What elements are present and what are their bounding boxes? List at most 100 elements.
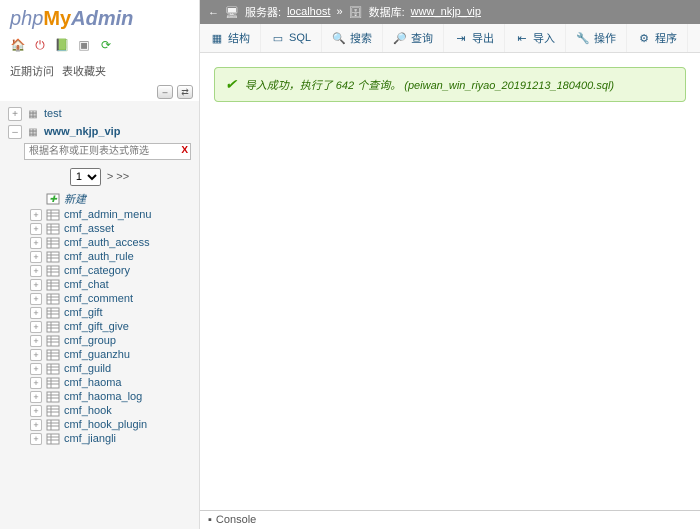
table-item[interactable]: +cmf_hook_plugin xyxy=(26,418,199,432)
new-table-item[interactable]: + ✚ 新建 xyxy=(26,190,199,208)
table-name: cmf_jiangli xyxy=(64,433,116,445)
tab-sql[interactable]: ▭ SQL xyxy=(261,24,322,52)
home-icon[interactable]: 🏠 xyxy=(10,37,26,53)
table-item[interactable]: + cmf_guild xyxy=(26,362,199,376)
plus-icon[interactable]: + xyxy=(30,377,42,389)
table-item[interactable]: + cmf_gift xyxy=(26,306,199,320)
tab-query[interactable]: 🔎查询 xyxy=(383,24,444,52)
minus-icon[interactable]: – xyxy=(8,125,22,139)
recent-label[interactable]: 近期访问 xyxy=(10,63,54,79)
plus-icon[interactable]: + xyxy=(30,335,42,347)
table-name: cmf_gift_give xyxy=(64,321,129,333)
tab-search[interactable]: 🔍 搜索 xyxy=(322,24,383,52)
table-item[interactable]: + cmf_admin_menu xyxy=(26,208,199,222)
table-icon xyxy=(46,223,60,235)
msg-count: 642 xyxy=(336,80,354,92)
tab-label: 程序 xyxy=(655,30,677,46)
table-item[interactable]: +cmf_comment xyxy=(26,292,199,306)
sidebar: phpMyAdmin 🏠 ⏻ 📗 ▣ ⟳ 近期访问 表收藏夹 – ⇄ + ▦ t… xyxy=(0,0,200,529)
tab-label: 查询 xyxy=(411,30,433,46)
import-icon: ⇤ xyxy=(515,31,529,45)
console-bar[interactable]: ▪ Console xyxy=(200,510,700,529)
plus-icon[interactable]: + xyxy=(30,279,42,291)
console-label: Console xyxy=(216,514,256,526)
structure-icon: ▦ xyxy=(210,31,224,45)
plus-icon[interactable]: + xyxy=(30,349,42,361)
server-icon: 🖥 xyxy=(225,5,239,19)
bc-sep: » xyxy=(336,6,342,18)
table-name: cmf_gift xyxy=(64,307,103,319)
bc-db-link[interactable]: www_nkjp_vip xyxy=(411,6,481,18)
link-toggle-button[interactable]: ⇄ xyxy=(177,85,193,99)
collapse-all-button[interactable]: – xyxy=(157,85,173,99)
tree-label: www_nkjp_vip xyxy=(44,126,120,138)
table-item[interactable]: + cmf_gift_give xyxy=(26,320,199,334)
sql-console-icon[interactable]: ▣ xyxy=(76,37,92,53)
logout-icon[interactable]: ⏻ xyxy=(32,37,48,53)
sidebar-toolbar: 🏠 ⏻ 📗 ▣ ⟳ xyxy=(0,35,199,59)
plus-icon[interactable]: + xyxy=(30,405,42,417)
plus-icon[interactable]: + xyxy=(30,307,42,319)
plus-icon[interactable]: + xyxy=(30,265,42,277)
table-item[interactable]: + cmf_category xyxy=(26,264,199,278)
table-item[interactable]: +cmf_auth_rule xyxy=(26,250,199,264)
msg-filename: (peiwan_win_riyao_20191213_180400.sql) xyxy=(404,80,614,92)
plus-icon[interactable]: + xyxy=(30,237,42,249)
table-icon xyxy=(46,307,60,319)
table-pager: 1 > >> xyxy=(0,164,199,190)
tab-label: SQL xyxy=(289,32,311,44)
sql-icon: ▭ xyxy=(271,31,285,45)
table-name: cmf_auth_access xyxy=(64,237,150,249)
export-icon: ⇥ xyxy=(454,31,468,45)
table-item[interactable]: +cmf_group xyxy=(26,334,199,348)
content-area: ✔ 导入成功，执行了 642 个查询。 (peiwan_win_riyao_20… xyxy=(200,53,700,529)
database-icon: ▦ xyxy=(26,125,40,139)
database-icon: 🗄 xyxy=(349,5,363,19)
tab-operations[interactable]: 🔧操作 xyxy=(566,24,627,52)
table-item[interactable]: +cmf_haoma xyxy=(26,376,199,390)
plus-icon[interactable]: + xyxy=(30,419,42,431)
table-item[interactable]: + cmf_auth_access xyxy=(26,236,199,250)
tree-node-db[interactable]: – ▦ www_nkjp_vip xyxy=(0,123,199,141)
filter-input[interactable] xyxy=(24,143,191,160)
table-item[interactable]: + cmf_jiangli xyxy=(26,432,199,446)
nav-toggle-icon[interactable]: ← xyxy=(208,6,219,18)
plus-icon[interactable]: + xyxy=(8,107,22,121)
reload-icon[interactable]: ⟳ xyxy=(98,37,114,53)
logo[interactable]: phpMyAdmin xyxy=(0,0,199,35)
plus-icon[interactable]: + xyxy=(30,293,42,305)
tab-routines[interactable]: ⚙ 程序 xyxy=(627,24,688,52)
plus-icon[interactable]: + xyxy=(30,251,42,263)
plus-icon[interactable]: + xyxy=(30,223,42,235)
chevron-up-icon: ▪ xyxy=(208,514,212,526)
table-item[interactable]: +cmf_asset xyxy=(26,222,199,236)
plus-icon[interactable]: + xyxy=(30,209,42,221)
table-icon xyxy=(46,265,60,277)
table-name: cmf_category xyxy=(64,265,130,277)
table-item[interactable]: +cmf_guanzhu xyxy=(26,348,199,362)
bc-server-link[interactable]: localhost xyxy=(287,6,330,18)
tab-label: 搜索 xyxy=(350,30,372,46)
plus-icon[interactable]: + xyxy=(30,321,42,333)
page-select[interactable]: 1 xyxy=(70,168,101,186)
table-item[interactable]: +cmf_haoma_log xyxy=(26,390,199,404)
table-item[interactable]: +cmf_chat xyxy=(26,278,199,292)
tab-export[interactable]: ⇥导出 xyxy=(444,24,505,52)
routines-icon: ⚙ xyxy=(637,31,651,45)
favorites-label[interactable]: 表收藏夹 xyxy=(62,63,106,79)
tab-import[interactable]: ⇤导入 xyxy=(505,24,566,52)
plus-icon[interactable]: + xyxy=(30,433,42,445)
tree-node-test[interactable]: + ▦ test xyxy=(0,105,199,123)
plus-icon[interactable]: + xyxy=(30,363,42,375)
tree-label: test xyxy=(44,108,62,120)
clear-filter-icon[interactable]: X xyxy=(181,145,188,156)
table-icon xyxy=(46,391,60,403)
next-page-button[interactable]: > >> xyxy=(107,171,129,183)
docs-icon[interactable]: 📗 xyxy=(54,37,70,53)
table-item[interactable]: +cmf_hook xyxy=(26,404,199,418)
table-name: cmf_guild xyxy=(64,363,111,375)
plus-icon[interactable]: + xyxy=(30,391,42,403)
table-name: cmf_admin_menu xyxy=(64,209,151,221)
search-icon: 🔍 xyxy=(332,31,346,45)
tab-structure[interactable]: ▦结构 xyxy=(200,24,261,52)
